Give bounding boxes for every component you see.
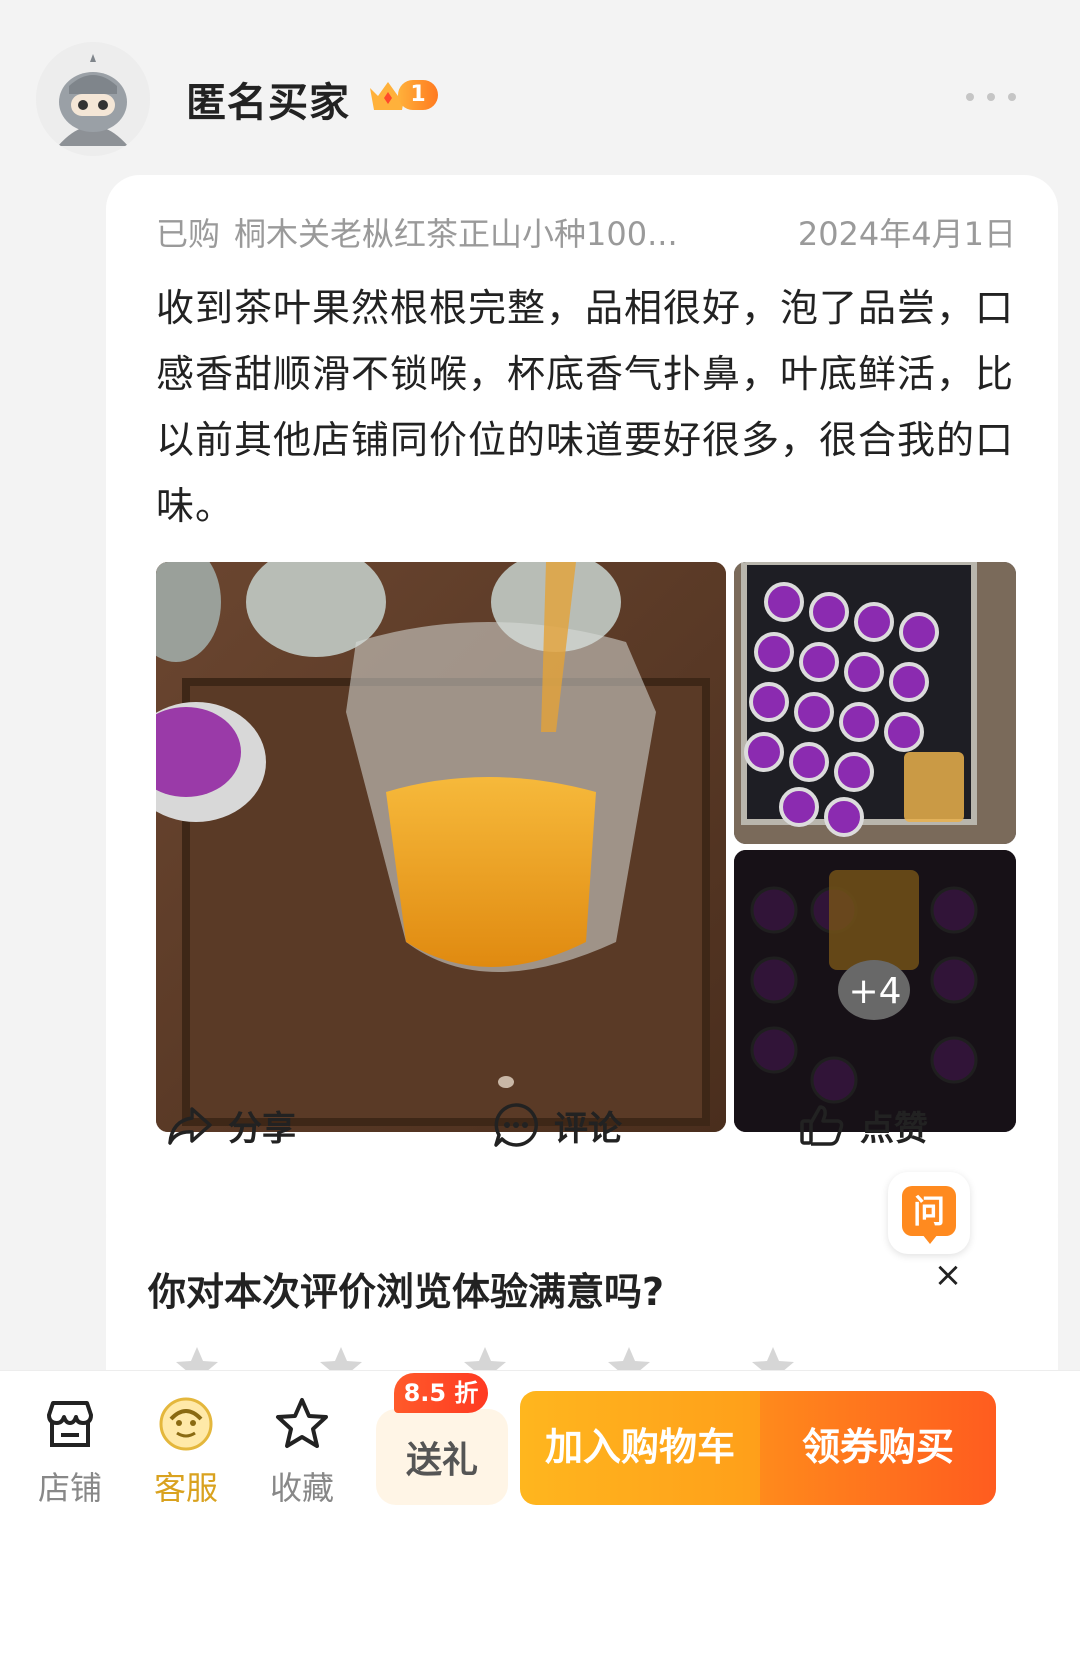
review-card: 已购 桐木关老枞红茶正山小种100... 2024年4月1日 收到茶叶果然根根完整…	[106, 175, 1058, 1247]
customer-service-label: 客服	[153, 1469, 218, 1507]
bought-label: 已购	[156, 215, 221, 253]
share-button[interactable]: 分享	[164, 1090, 296, 1160]
thumbs-up-icon	[800, 1105, 844, 1146]
product-name[interactable]: 桐木关老枞红茶正山小种100...	[234, 209, 678, 255]
comment-icon	[494, 1103, 539, 1147]
share-label: 分享	[228, 1108, 296, 1149]
comment-button[interactable]: 评论	[490, 1090, 622, 1160]
ask-question-button[interactable]: 问	[888, 1172, 970, 1254]
review-meta: 已购 桐木关老枞红茶正山小种100... 2024年4月1日	[156, 209, 1016, 253]
review-photo[interactable]	[156, 562, 726, 1132]
survey-close-button[interactable]: ×	[928, 1255, 968, 1295]
more-options-button[interactable]	[966, 90, 1016, 104]
review-header: 匿名买家 1	[0, 0, 1080, 170]
favorite-button[interactable]: 收藏	[252, 1395, 352, 1507]
customer-service-button[interactable]: 客服	[136, 1395, 236, 1507]
user-name: 匿名买家	[186, 80, 350, 126]
star-outline-icon	[276, 1398, 328, 1448]
survey-question: 你对本次评价浏览体验满意吗?	[148, 1270, 665, 1314]
speech-bubble-tail	[922, 1234, 938, 1244]
shop-label: 店铺	[37, 1469, 102, 1507]
review-date: 2024年4月1日	[797, 215, 1016, 253]
review-photos: +4	[156, 562, 1016, 1132]
vip-level: 1	[398, 80, 438, 110]
review-photo[interactable]	[734, 562, 1016, 844]
vip-level-badge: 1	[368, 78, 440, 112]
shop-icon	[47, 1401, 93, 1447]
comment-label: 评论	[554, 1108, 622, 1149]
add-to-cart-button[interactable]: 加入购物车	[520, 1391, 760, 1505]
shop-button[interactable]: 店铺	[20, 1395, 120, 1507]
favorite-label: 收藏	[269, 1469, 334, 1507]
bottom-action-bar: 店铺 客服 收藏 送礼 加入购物车 领券购买	[0, 1370, 1080, 1665]
ask-label: 问	[902, 1186, 956, 1236]
send-gift-button[interactable]: 送礼	[376, 1409, 508, 1505]
gift-label: 送礼	[405, 1440, 478, 1481]
like-button[interactable]: 点赞	[796, 1090, 928, 1160]
dot-icon	[1008, 93, 1016, 101]
review-actions: 分享 评论 点赞	[106, 1090, 1058, 1160]
customer-service-icon	[159, 1397, 213, 1451]
dot-icon	[987, 93, 995, 101]
coupon-buy-button[interactable]: 领券购买	[760, 1391, 996, 1505]
ninja-avatar-icon	[36, 42, 150, 156]
tea-gift-box-image	[734, 562, 1016, 844]
user-avatar[interactable]	[36, 42, 150, 156]
like-label: 点赞	[860, 1108, 928, 1149]
tea-pitcher-image	[156, 562, 726, 1132]
share-icon	[168, 1107, 212, 1145]
review-text: 收到茶叶果然根根完整，品相很好，泡了品尝，口感香甜顺滑不锁喉，杯底香气扑鼻，叶底…	[156, 286, 1015, 528]
dot-icon	[966, 93, 974, 101]
gift-discount-badge: 8.5 折	[394, 1373, 488, 1413]
